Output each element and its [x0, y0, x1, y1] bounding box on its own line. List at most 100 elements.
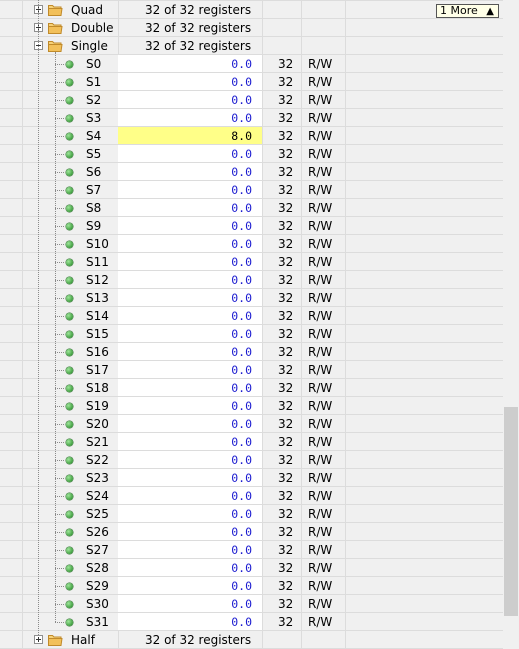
register-name: S28 — [86, 561, 109, 575]
register-value[interactable]: 0.0 — [118, 595, 262, 613]
register-access: R/W — [308, 291, 333, 305]
register-value[interactable]: 0.0 — [118, 145, 262, 163]
register-value[interactable]: 8.0 — [118, 127, 262, 145]
register-row[interactable]: 0.0 S19 32 R/W — [0, 397, 503, 415]
register-value[interactable]: 0.0 — [118, 433, 262, 451]
register-value[interactable]: 0.0 — [118, 91, 262, 109]
register-row[interactable]: 0.0 S5 32 R/W — [0, 145, 503, 163]
register-value[interactable]: 0.0 — [118, 235, 262, 253]
register-value[interactable]: 0.0 — [118, 343, 262, 361]
register-row[interactable]: 0.0 S22 32 R/W — [0, 451, 503, 469]
register-value[interactable]: 0.0 — [118, 109, 262, 127]
register-row[interactable]: 0.0 S14 32 R/W — [0, 307, 503, 325]
register-bit-width: 32 — [278, 183, 294, 197]
register-row[interactable]: 0.0 S23 32 R/W — [0, 469, 503, 487]
register-access: R/W — [308, 507, 333, 521]
expand-icon[interactable] — [34, 635, 43, 644]
register-value[interactable]: 0.0 — [118, 415, 262, 433]
register-row[interactable]: 0.0 S27 32 R/W — [0, 541, 503, 559]
register-name: S12 — [86, 273, 109, 287]
register-row[interactable]: 0.0 S3 32 R/W — [0, 109, 503, 127]
register-value[interactable]: 0.0 — [118, 451, 262, 469]
group-row-double[interactable]: Double 32 of 32 registers — [0, 19, 503, 37]
group-row-quad[interactable]: Quad 32 of 32 registers — [0, 1, 503, 19]
register-row[interactable]: 0.0 S30 32 R/W — [0, 595, 503, 613]
register-row[interactable]: 0.0 S25 32 R/W — [0, 505, 503, 523]
register-row[interactable]: 0.0 S15 32 R/W — [0, 325, 503, 343]
row-gridline — [0, 36, 503, 37]
register-row[interactable]: 0.0 S18 32 R/W — [0, 379, 503, 397]
register-access: R/W — [308, 309, 333, 323]
register-value[interactable]: 0.0 — [118, 361, 262, 379]
register-status-dot-icon — [66, 133, 73, 140]
register-value[interactable]: 0.0 — [118, 505, 262, 523]
register-value[interactable]: 0.0 — [118, 613, 262, 631]
register-value[interactable]: 0.0 — [118, 559, 262, 577]
register-row[interactable]: 0.0 S13 32 R/W — [0, 289, 503, 307]
register-value[interactable]: 0.0 — [118, 163, 262, 181]
register-value[interactable]: 0.0 — [118, 325, 262, 343]
register-value[interactable]: 0.0 — [118, 199, 262, 217]
register-value[interactable]: 0.0 — [118, 379, 262, 397]
row-gridline — [0, 162, 503, 163]
scrollbar-thumb[interactable] — [504, 407, 518, 616]
register-row[interactable]: 0.0 S10 32 R/W — [0, 235, 503, 253]
folder-icon — [48, 634, 63, 646]
register-row[interactable]: 0.0 S9 32 R/W — [0, 217, 503, 235]
tree-branch-line — [55, 316, 64, 317]
register-value[interactable]: 0.0 — [118, 541, 262, 559]
register-value[interactable]: 0.0 — [118, 73, 262, 91]
tree-branch-line — [55, 208, 64, 209]
tree-branch-line — [55, 64, 64, 65]
row-gridline — [0, 576, 503, 577]
register-access: R/W — [308, 471, 333, 485]
register-row[interactable]: 0.0 S17 32 R/W — [0, 361, 503, 379]
register-row[interactable]: 0.0 S16 32 R/W — [0, 343, 503, 361]
register-access: R/W — [308, 435, 333, 449]
group-row-half[interactable]: Half 32 of 32 registers — [0, 631, 503, 649]
register-row[interactable]: 0.0 S1 32 R/W — [0, 73, 503, 91]
register-value[interactable]: 0.0 — [118, 289, 262, 307]
register-access: R/W — [308, 381, 333, 395]
group-register-count: 32 of 32 registers — [145, 633, 252, 647]
register-access: R/W — [308, 489, 333, 503]
register-row[interactable]: 0.0 S0 32 R/W — [0, 55, 503, 73]
register-value[interactable]: 0.0 — [118, 523, 262, 541]
register-bit-width: 32 — [278, 525, 294, 539]
register-bit-width: 32 — [278, 111, 294, 125]
register-value[interactable]: 0.0 — [118, 217, 262, 235]
register-access: R/W — [308, 237, 333, 251]
register-row[interactable]: 8.0 S4 32 R/W — [0, 127, 503, 145]
register-row[interactable]: 0.0 S2 32 R/W — [0, 91, 503, 109]
register-row[interactable]: 0.0 S21 32 R/W — [0, 433, 503, 451]
register-name: S21 — [86, 435, 109, 449]
register-status-dot-icon — [66, 151, 73, 158]
register-row[interactable]: 0.0 S11 32 R/W — [0, 253, 503, 271]
register-row[interactable]: 0.0 S31 32 R/W — [0, 613, 503, 631]
register-value[interactable]: 0.0 — [118, 487, 262, 505]
register-row[interactable]: 0.0 S12 32 R/W — [0, 271, 503, 289]
register-value[interactable]: 0.0 — [118, 397, 262, 415]
vertical-scrollbar[interactable] — [503, 0, 519, 649]
register-value[interactable]: 0.0 — [118, 181, 262, 199]
register-row[interactable]: 0.0 S8 32 R/W — [0, 199, 503, 217]
register-value[interactable]: 0.0 — [118, 577, 262, 595]
register-row[interactable]: 0.0 S20 32 R/W — [0, 415, 503, 433]
group-row-single[interactable]: Single 32 of 32 registers — [0, 37, 503, 55]
register-row[interactable]: 0.0 S28 32 R/W — [0, 559, 503, 577]
register-value[interactable]: 0.0 — [118, 469, 262, 487]
row-gridline — [0, 324, 503, 325]
register-value[interactable]: 0.0 — [118, 307, 262, 325]
register-value[interactable]: 0.0 — [118, 55, 262, 73]
register-value[interactable]: 0.0 — [118, 253, 262, 271]
register-row[interactable]: 0.0 S24 32 R/W — [0, 487, 503, 505]
register-access: R/W — [308, 219, 333, 233]
more-button[interactable]: 1 More ▲ — [436, 4, 499, 18]
register-value[interactable]: 0.0 — [118, 271, 262, 289]
register-row[interactable]: 0.0 S26 32 R/W — [0, 523, 503, 541]
folder-icon — [48, 22, 63, 34]
register-row[interactable]: 0.0 S7 32 R/W — [0, 181, 503, 199]
register-row[interactable]: 0.0 S6 32 R/W — [0, 163, 503, 181]
row-gridline — [0, 126, 503, 127]
register-row[interactable]: 0.0 S29 32 R/W — [0, 577, 503, 595]
